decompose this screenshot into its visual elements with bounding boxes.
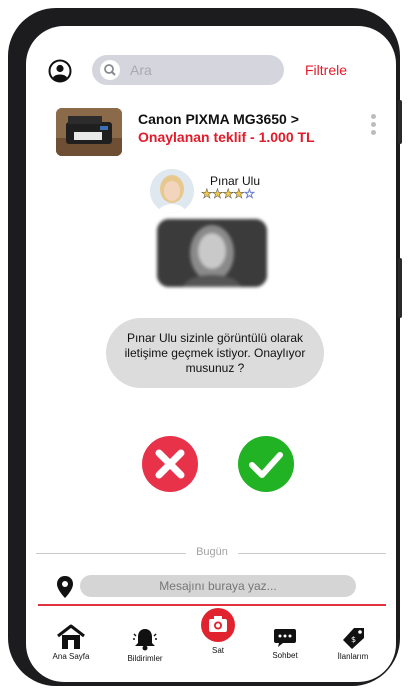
star-empty-icon: ☆ [243, 186, 255, 202]
chat-icon [274, 629, 296, 647]
request-message-text: Pınar Ulu sizinle görüntülü olarak ileti… [124, 330, 306, 375]
accept-button[interactable] [238, 436, 294, 492]
more-options-icon[interactable] [371, 114, 377, 136]
tab-listings-label: İlanlarım [337, 652, 369, 661]
tab-chat-label: Sohbet [272, 651, 298, 660]
video-preview [157, 219, 267, 287]
request-message: Pınar Ulu sizinle görüntülü olarak ileti… [106, 318, 324, 388]
home-icon [57, 624, 85, 649]
star-filled-icon: ★ [201, 186, 213, 202]
tab-listings[interactable]: $ İlanlarım [323, 626, 383, 661]
checkmark-icon [249, 452, 283, 478]
tab-chat[interactable]: Sohbet [255, 627, 315, 660]
reject-button[interactable] [142, 436, 198, 492]
search-bar[interactable]: Ara [92, 55, 284, 85]
user-rating: ★★★★☆ [201, 186, 256, 202]
date-label: Bugün [196, 546, 228, 558]
star-filled-icon: ★ [211, 186, 223, 202]
close-icon [155, 449, 185, 479]
price-tag-icon: $ [343, 628, 364, 649]
filter-button[interactable]: Filtrele [305, 62, 347, 78]
offer-status: Onaylanan teklif - 1.000 TL [138, 129, 315, 145]
camera-icon [209, 616, 227, 632]
divider [36, 553, 186, 554]
product-title[interactable]: Canon PIXMA MG3650 > [138, 111, 299, 127]
svg-text:$: $ [351, 635, 356, 644]
divider [238, 553, 386, 554]
tab-sell-label: Sat [211, 646, 224, 655]
star-filled-icon: ★ [222, 186, 234, 202]
profile-icon[interactable] [48, 59, 72, 83]
tab-notifications-label: Bildirimler [127, 654, 163, 663]
user-avatar[interactable] [150, 169, 194, 213]
search-icon [100, 60, 120, 80]
message-input[interactable] [80, 575, 356, 597]
location-icon[interactable] [55, 575, 75, 599]
bell-icon [133, 629, 157, 651]
screen: Ara Filtrele Canon PIXMA MG3650 > Onayla… [26, 26, 396, 682]
tab-home-label: Ana Sayfa [52, 652, 90, 661]
volume-button [398, 100, 402, 144]
divider [38, 604, 386, 606]
phone-frame: Ara Filtrele Canon PIXMA MG3650 > Onayla… [8, 8, 402, 686]
product-image[interactable] [56, 108, 122, 156]
search-placeholder: Ara [130, 62, 152, 78]
sell-button[interactable] [201, 608, 235, 642]
star-filled-icon: ★ [232, 186, 245, 202]
tab-home[interactable]: Ana Sayfa [41, 624, 101, 661]
power-button [398, 258, 402, 318]
tab-notifications[interactable]: Bildirimler [115, 626, 175, 663]
